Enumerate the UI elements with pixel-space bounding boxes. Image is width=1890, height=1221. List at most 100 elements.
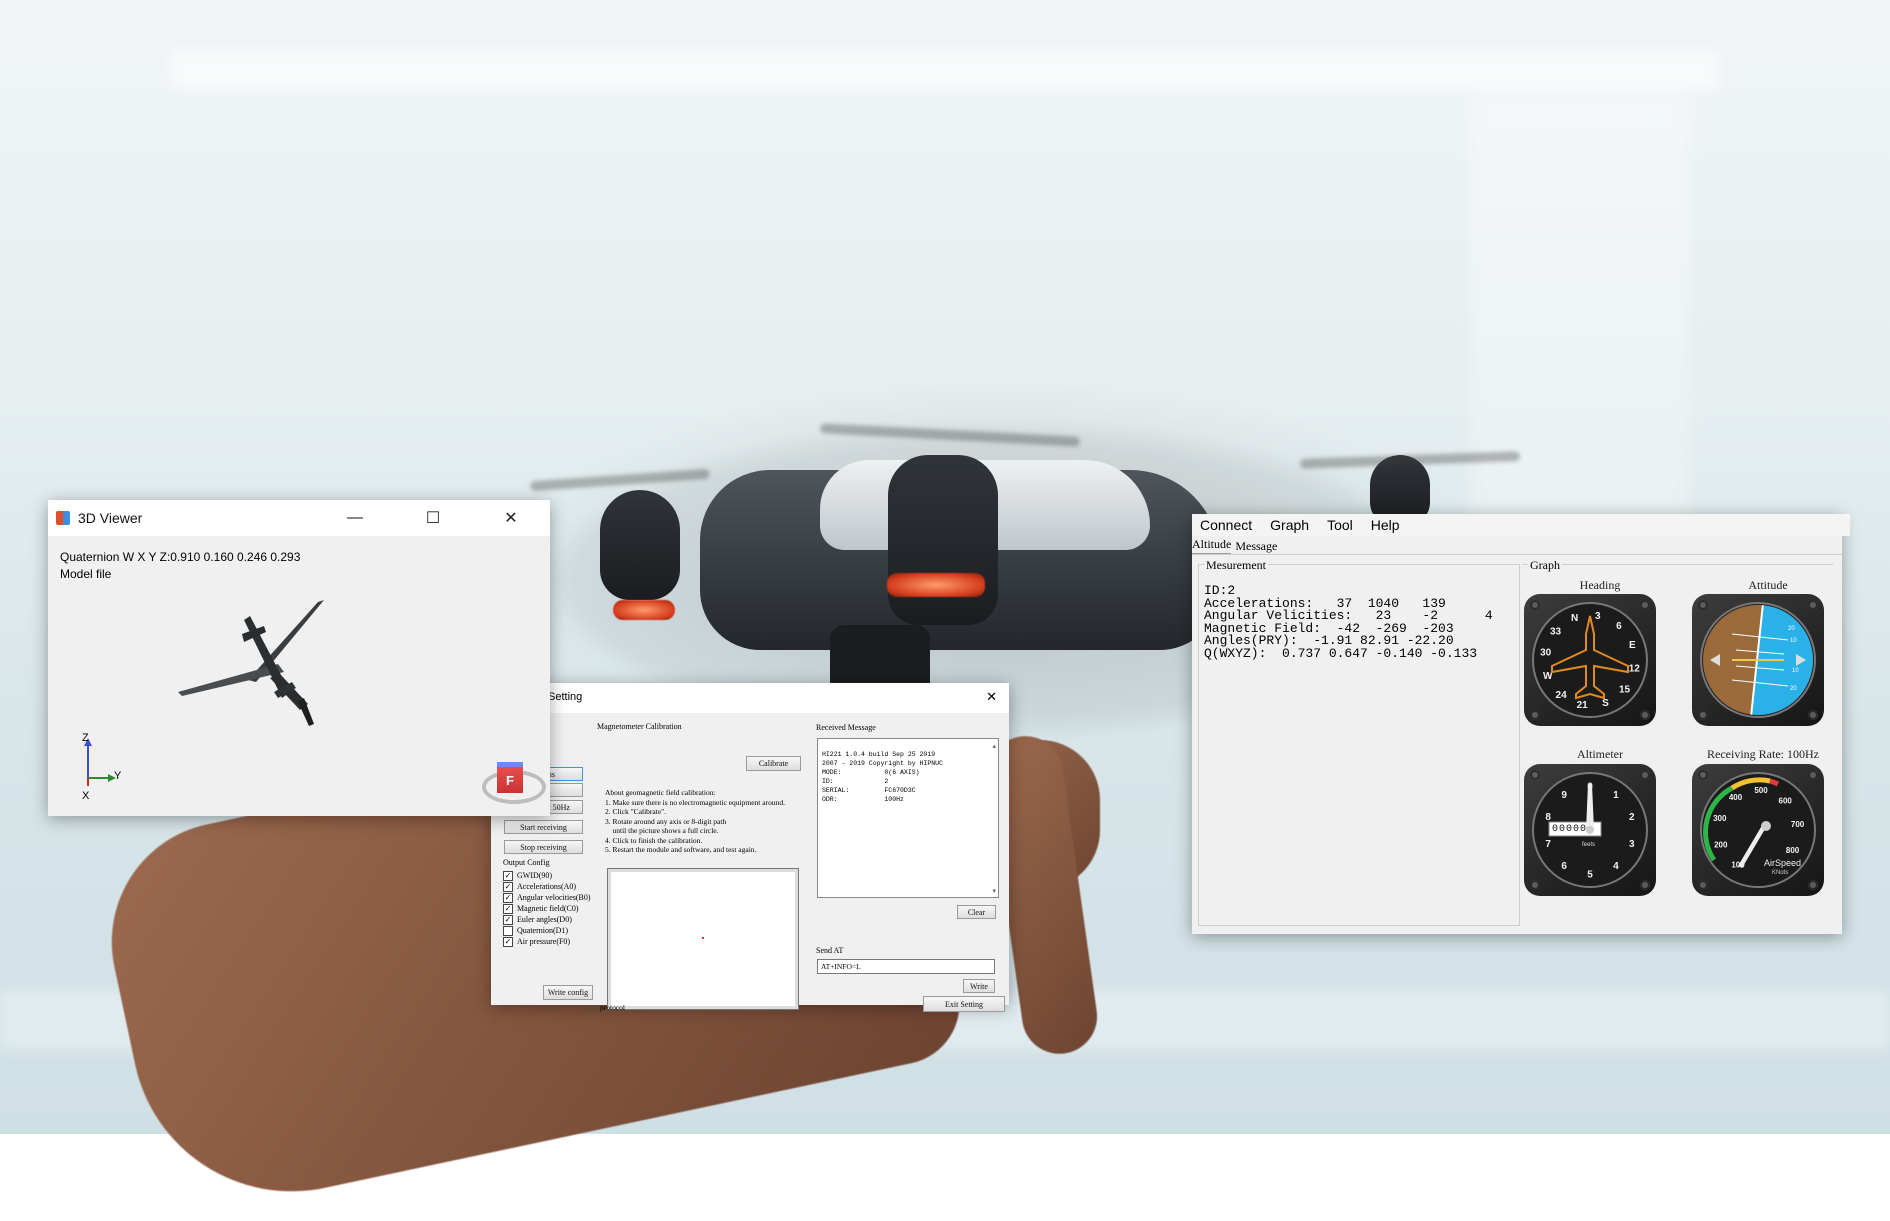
menu-bar: Connect Graph Tool Help: [1192, 514, 1850, 536]
send-at-input[interactable]: AT+INFO=L: [817, 959, 995, 974]
receiving-rate-title: Receiving Rate: 100Hz: [1707, 747, 1819, 761]
airspeed-gauge: 100 200 300 400 500 600 700 800 AirSpeed KNots: [1692, 764, 1824, 896]
aircraft-model: [178, 600, 324, 726]
heading-label: E: [1629, 640, 1636, 651]
settings-window: Setting ✕ nations Receive at 50Hz Start …: [491, 683, 1009, 1012]
scroll-up-icon[interactable]: ▴: [992, 742, 996, 750]
graph-label: Graph: [1528, 558, 1562, 573]
instruction-line: 3. Rotate around any axis or 8-digit pat…: [605, 816, 727, 826]
start-receiving-button[interactable]: Start receiving: [504, 820, 583, 834]
heading-label: 33: [1550, 627, 1562, 638]
output-config-label: Angular velocities(B0): [517, 893, 591, 902]
calibrate-button[interactable]: Calibrate: [746, 756, 801, 771]
tab-altitude[interactable]: Altitude: [1192, 537, 1232, 554]
write-config-button[interactable]: Write config: [543, 985, 593, 1000]
airspeed-label: 600: [1779, 797, 1793, 806]
received-line: HI221 1.0.4 build Sep 25 2019: [822, 751, 936, 758]
drone-led-left: [613, 600, 675, 620]
received-line: SERIAL: FC670D3C: [822, 787, 916, 794]
checkbox-checked-icon[interactable]: ✓: [503, 903, 513, 914]
airspeed-label: 500: [1754, 786, 1768, 795]
clear-button[interactable]: Clear: [957, 905, 996, 919]
axis-z-label: Z: [82, 732, 89, 744]
axis-y-label: Y: [114, 770, 122, 782]
instruction-line: 5. Restart the module and software, and …: [605, 845, 757, 854]
altimeter-label: 6: [1561, 861, 1567, 872]
altimeter-dial: 0123456789: [1532, 772, 1648, 888]
settings-title: Setting: [548, 691, 583, 703]
tab-message[interactable]: Message: [1235, 537, 1277, 554]
minimize-icon[interactable]: —: [316, 500, 394, 536]
viewer-titlebar: 3D Viewer — ☐ ✕: [48, 500, 550, 536]
checkbox-unchecked-icon[interactable]: [503, 925, 513, 936]
heading-label: 15: [1619, 684, 1631, 695]
attitude-pitch-label: 10: [1790, 638, 1797, 644]
output-config-label: Accelerations(A0): [517, 882, 577, 891]
altimeter-label: 4: [1613, 861, 1619, 872]
output-config-item[interactable]: ✓ Accelerations(A0): [503, 881, 591, 892]
protocol-label: protocol: [600, 1003, 625, 1012]
altimeter-label: 2: [1629, 812, 1635, 823]
heading-label: 6: [1616, 621, 1622, 632]
scroll-down-icon[interactable]: ▾: [992, 887, 996, 895]
exit-setting-button[interactable]: Exit Setting: [923, 996, 1005, 1012]
drone-led-right: [887, 573, 985, 597]
calibration-plot: [607, 868, 799, 1010]
checkbox-checked-icon[interactable]: ✓: [503, 870, 513, 881]
output-config-label: GWID(90): [517, 871, 553, 880]
heading-title: Heading: [1579, 578, 1621, 592]
altimeter-label: 5: [1587, 870, 1593, 881]
received-line: MODE: 0(6 AXIS): [822, 769, 920, 776]
settings-titlebar: Setting ✕: [491, 683, 1009, 713]
stop-receiving-button[interactable]: Stop receiving: [504, 840, 583, 854]
output-config-item[interactable]: Quaternion(D1): [503, 925, 591, 936]
instruction-line: About geomagnetic field calibration:: [605, 788, 716, 797]
calibration-point: [702, 937, 704, 939]
airspeed-label: 300: [1713, 814, 1727, 823]
heading-label: 30: [1540, 648, 1552, 659]
menu-item-help[interactable]: Help: [1371, 517, 1400, 533]
drone-motor-front-left: [600, 490, 680, 600]
airspeed-caption: AirSpeed: [1764, 858, 1802, 868]
instruction-line: 4. Click to finish the calibration.: [605, 835, 703, 845]
settings-body: nations Receive at 50Hz Start receiving …: [491, 713, 1009, 1012]
airspeed-label: 700: [1791, 820, 1805, 829]
heading-label: N: [1571, 613, 1578, 624]
tab-bar: Altitude Message: [1192, 537, 1277, 554]
measurement-text: ID:2 Accelerations: 37 1040 139 Angular Ve…: [1204, 584, 1493, 660]
output-config-item[interactable]: ✓ Magnetic field(C0): [503, 903, 591, 914]
altimeter-label: 3: [1629, 839, 1635, 850]
checkbox-checked-icon[interactable]: ✓: [503, 914, 513, 925]
close-icon[interactable]: ✕: [986, 689, 997, 705]
received-message-box[interactable]: HI221 1.0.4 build Sep 25 2019 2007 - 2019…: [817, 738, 999, 898]
heading-label: 3: [1595, 611, 1601, 622]
airspeed-unit: KNots: [1772, 870, 1789, 876]
close-icon[interactable]: ✕: [472, 500, 550, 536]
checkbox-checked-icon[interactable]: ✓: [503, 881, 513, 892]
menu-item-graph[interactable]: Graph: [1270, 517, 1309, 533]
heading-label: 21: [1577, 700, 1589, 711]
altimeter-counter: 00000: [1552, 824, 1588, 835]
altimeter-title: Altimeter: [1577, 747, 1623, 761]
heading-dial: N 36E1215S2124W3033: [1532, 602, 1648, 718]
attitude-pitch-label: 10: [1792, 668, 1799, 674]
output-config-item[interactable]: ✓ GWID(90): [503, 870, 591, 881]
menu-item-connect[interactable]: Connect: [1200, 517, 1252, 533]
output-config-item[interactable]: ✓ Air pressure(F0): [503, 936, 591, 947]
instruction-line: until the picture shows a full circle.: [605, 826, 719, 835]
checkbox-checked-icon[interactable]: ✓: [503, 892, 513, 903]
checkbox-checked-icon[interactable]: ✓: [503, 936, 513, 947]
quaternion-readout: Quaternion W X Y Z:0.910 0.160 0.246 0.2…: [60, 550, 301, 564]
attitude-pitch-label: 20: [1790, 686, 1797, 692]
tab-divider: [1192, 554, 1842, 555]
write-button[interactable]: Write: [963, 979, 995, 993]
orientation-cube[interactable]: F: [497, 762, 523, 793]
output-config-item[interactable]: ✓ Euler angles(D0): [503, 914, 591, 925]
model-file-label[interactable]: Model file: [60, 567, 111, 581]
drone-motor-front-right: [888, 455, 998, 625]
menu-item-tool[interactable]: Tool: [1327, 517, 1353, 533]
output-config-item[interactable]: ✓ Angular velocities(B0): [503, 892, 591, 903]
airspeed-dial: 100200300400500600700800: [1700, 772, 1816, 888]
maximize-icon[interactable]: ☐: [394, 500, 472, 536]
mag-calibration-label: Magnetometer Calibration: [597, 722, 682, 731]
